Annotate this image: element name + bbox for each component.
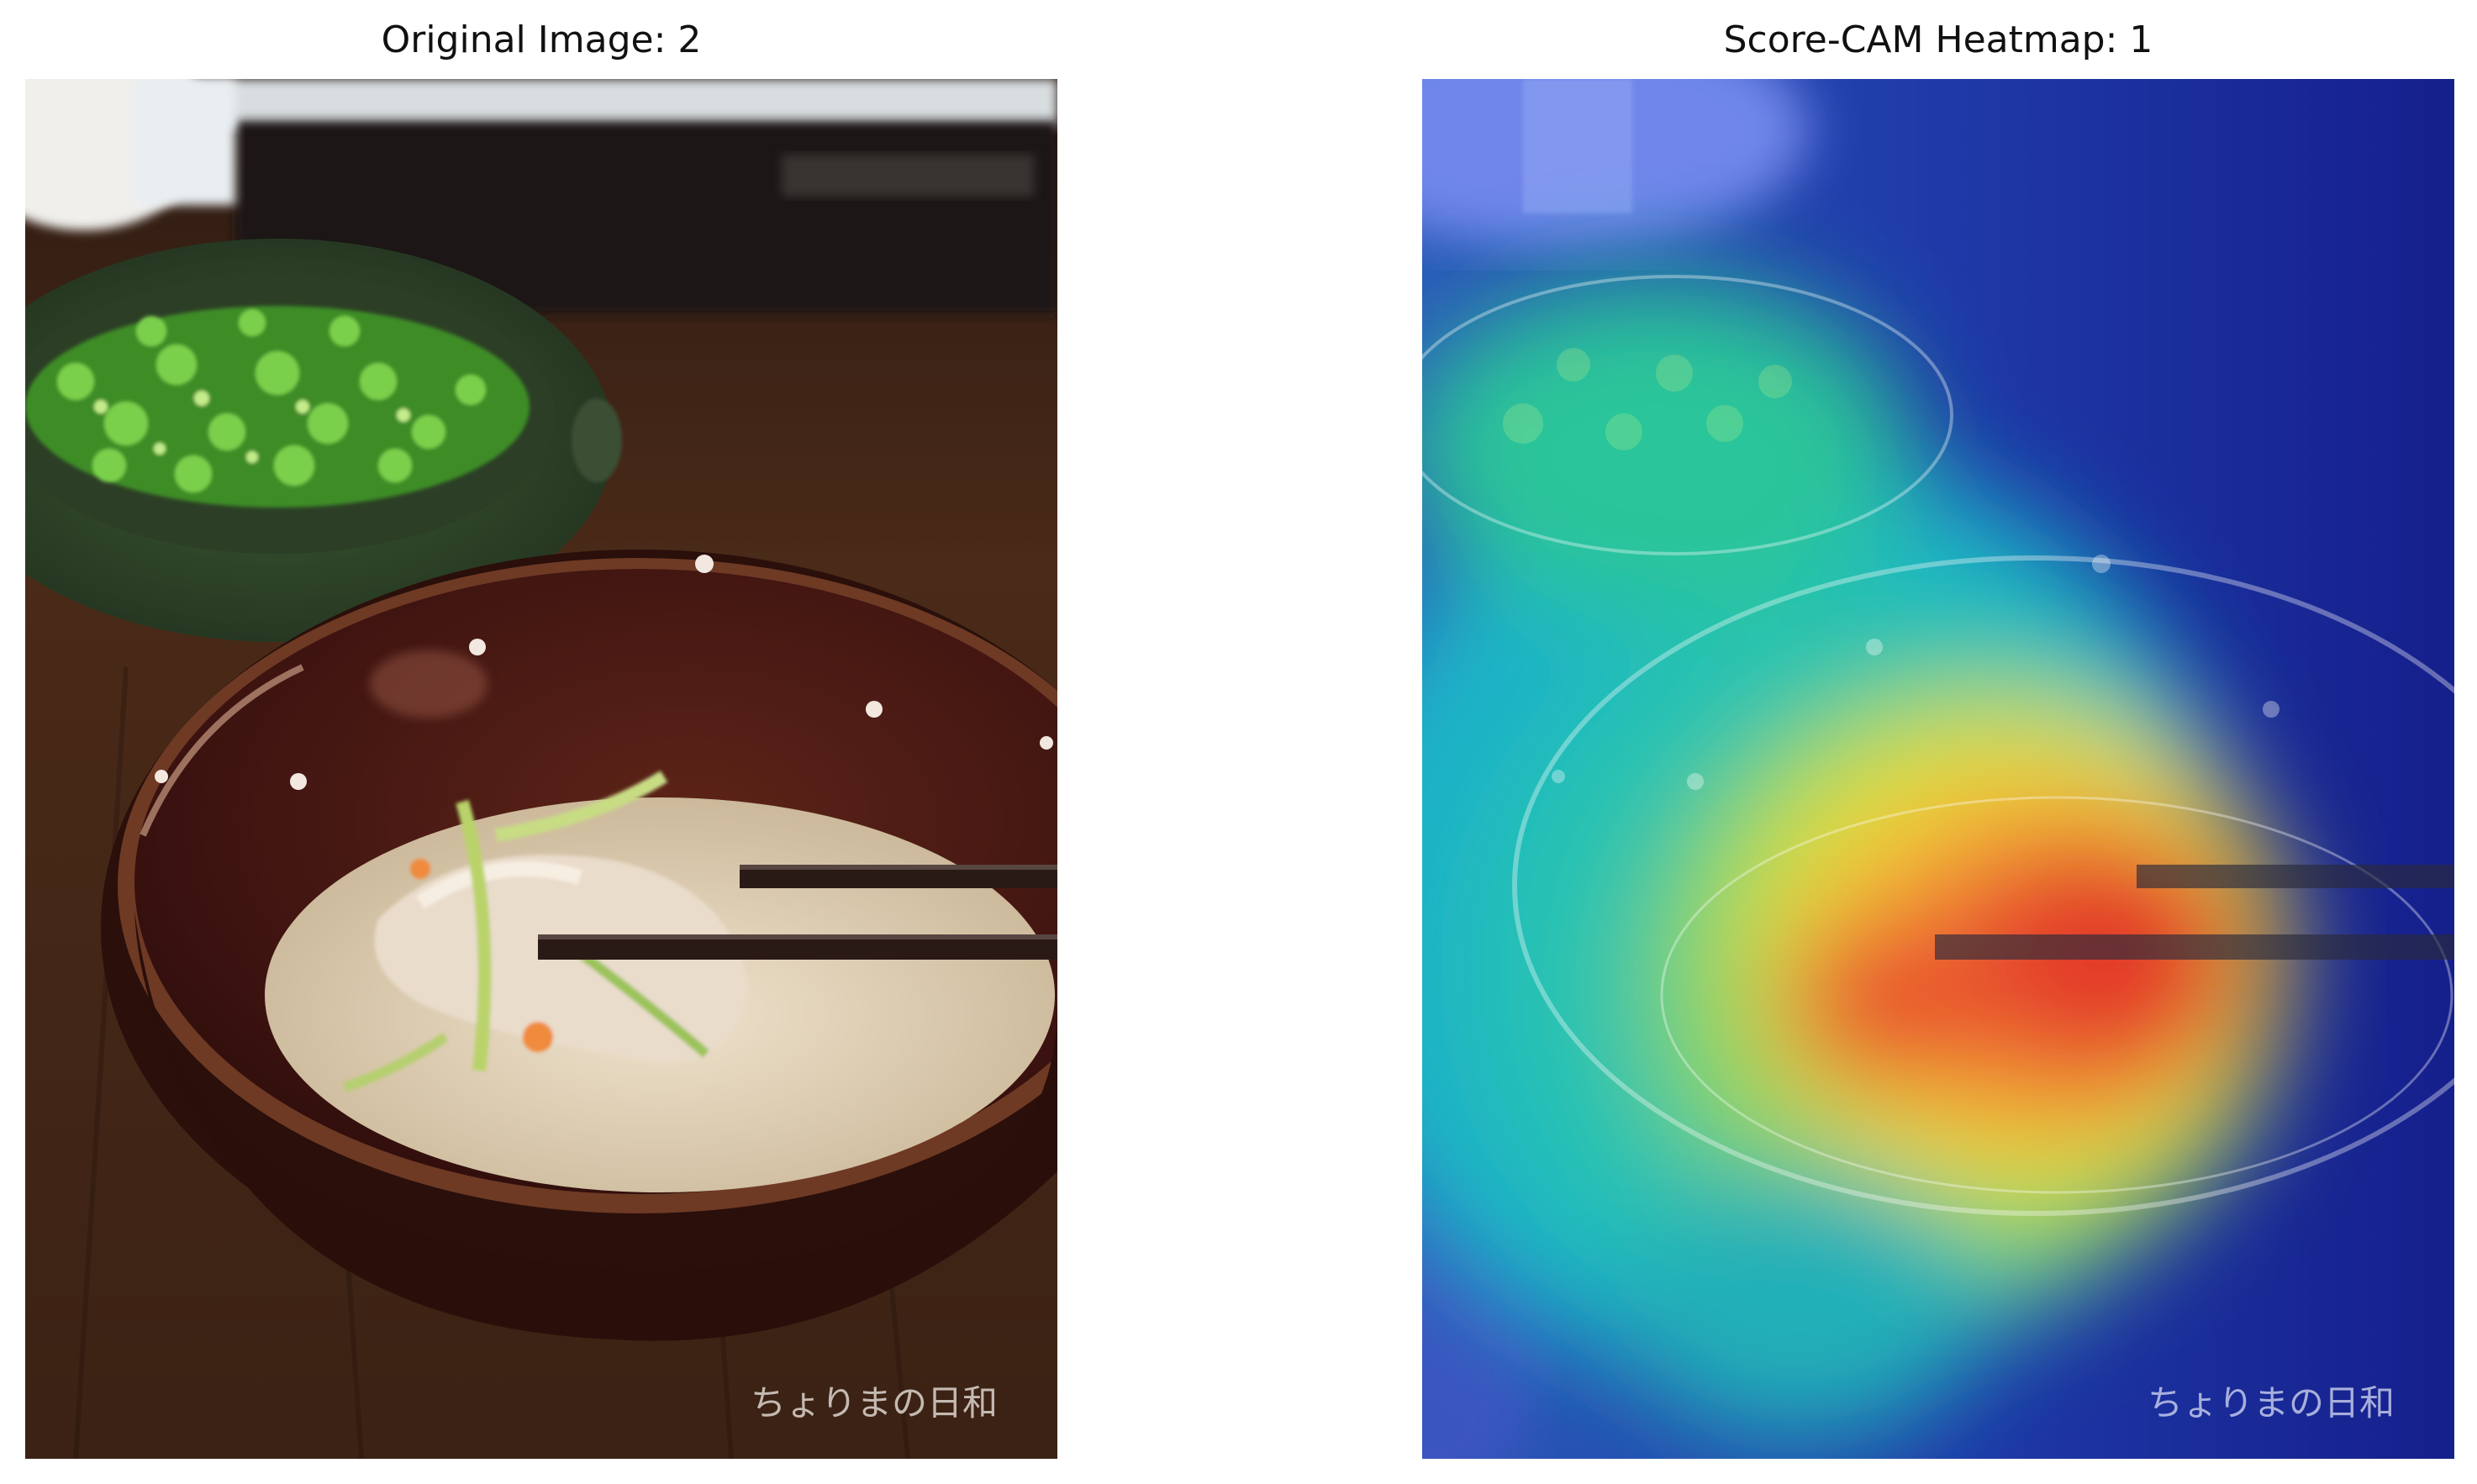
heatmap-title: Score-CAM Heatmap: 1 bbox=[1723, 18, 2153, 61]
original-image: ちょりまの日和 bbox=[25, 79, 1057, 1459]
original-image-title: Original Image: 2 bbox=[381, 18, 702, 61]
left-watermark: ちょりまの日和 bbox=[751, 1382, 998, 1423]
right-watermark: ちょりまの日和 bbox=[2148, 1382, 2395, 1423]
scorecam-heatmap-image: ちょりまの日和 bbox=[1422, 79, 2454, 1459]
